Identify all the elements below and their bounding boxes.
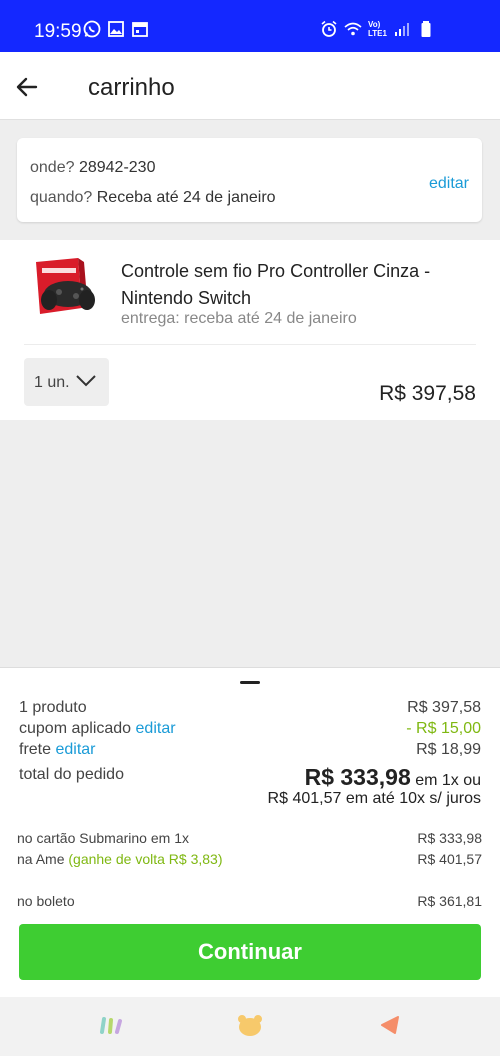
card-value: R$ 333,98 <box>417 830 482 846</box>
ame-value: R$ 401,57 <box>417 851 482 867</box>
app-bar: carrinho <box>0 52 500 120</box>
alarm-icon <box>321 20 337 37</box>
total-label: total do pedido <box>19 766 124 783</box>
triangle-icon[interactable] <box>378 1014 404 1036</box>
product-price: R$ 397,58 <box>379 382 476 405</box>
gallery-icon <box>108 21 124 37</box>
shipping-label: frete <box>19 741 52 758</box>
ame-cashback: (ganhe de volta R$ 3,83) <box>68 851 223 867</box>
status-bar: 19:59 Vo) LTE1 <box>0 0 500 52</box>
quantity-value: 1 un. <box>34 374 70 391</box>
coupon-label: cupom aplicado <box>19 720 132 737</box>
delivery-when-row: quando? Receba até 24 de janeiro <box>30 189 276 207</box>
status-notification-icons <box>83 20 149 38</box>
edit-coupon-link[interactable]: editar <box>136 720 176 737</box>
when-label: quando? <box>30 189 93 206</box>
network-type-label: Vo) LTE1 <box>368 20 387 38</box>
page-title: carrinho <box>88 74 175 101</box>
divider <box>24 344 476 345</box>
summary-total-row: total do pedido R$ 333,98 em 1x ou R$ 40… <box>19 764 481 814</box>
edit-delivery-link[interactable]: editar <box>429 175 469 193</box>
stripes-icon[interactable] <box>98 1014 124 1036</box>
battery-icon <box>421 21 431 37</box>
shipping-value: R$ 18,99 <box>416 741 481 758</box>
chevron-down-icon <box>76 375 96 387</box>
when-value: Receba até 24 de janeiro <box>96 189 276 206</box>
continue-button[interactable]: Continuar <box>19 924 481 980</box>
wifi-icon <box>344 22 362 36</box>
edit-shipping-link[interactable]: editar <box>55 741 95 758</box>
where-value: 28942-230 <box>78 159 156 176</box>
whatsapp-icon <box>83 20 101 38</box>
cart-item: Controle sem fio Pro Controller Cinza - … <box>0 240 500 420</box>
boleto-label: no boleto <box>17 893 75 909</box>
delivery-where-row: onde? 28942-230 <box>30 159 155 177</box>
delivery-card: onde? 28942-230 quando? Receba até 24 de… <box>17 138 482 222</box>
back-arrow-icon[interactable] <box>14 74 40 100</box>
products-value: R$ 397,58 <box>407 699 481 716</box>
signal-icon <box>394 23 409 36</box>
quantity-select[interactable]: 1 un. <box>24 358 109 406</box>
coupon-value: - R$ 15,00 <box>406 720 481 737</box>
where-label: onde? <box>30 159 75 176</box>
status-time: 19:59 <box>34 21 82 42</box>
products-label: 1 produto <box>19 699 87 716</box>
total-value: R$ 333,98 <box>304 764 411 790</box>
order-summary-panel: 1 produto R$ 397,58 cupom aplicado edita… <box>0 667 500 997</box>
bottom-nav <box>0 997 500 1056</box>
calendar-icon <box>132 22 148 37</box>
total-suffix: em 1x ou <box>415 772 481 789</box>
installments-text: R$ 401,57 em até 10x s/ juros <box>267 790 481 807</box>
boleto-value: R$ 361,81 <box>417 893 482 909</box>
ame-label: na Ame <box>17 851 65 867</box>
drag-handle[interactable] <box>240 681 260 684</box>
product-name[interactable]: Controle sem fio Pro Controller Cinza - … <box>121 258 461 312</box>
card-label: no cartão Submarino em 1x <box>17 830 189 846</box>
product-image[interactable] <box>34 258 104 316</box>
bear-icon[interactable] <box>237 1014 263 1036</box>
total-line: R$ 333,98 em 1x ou <box>305 764 481 791</box>
status-system-icons: Vo) LTE1 <box>320 20 435 38</box>
product-delivery-estimate: entrega: receba até 24 de janeiro <box>121 310 357 327</box>
